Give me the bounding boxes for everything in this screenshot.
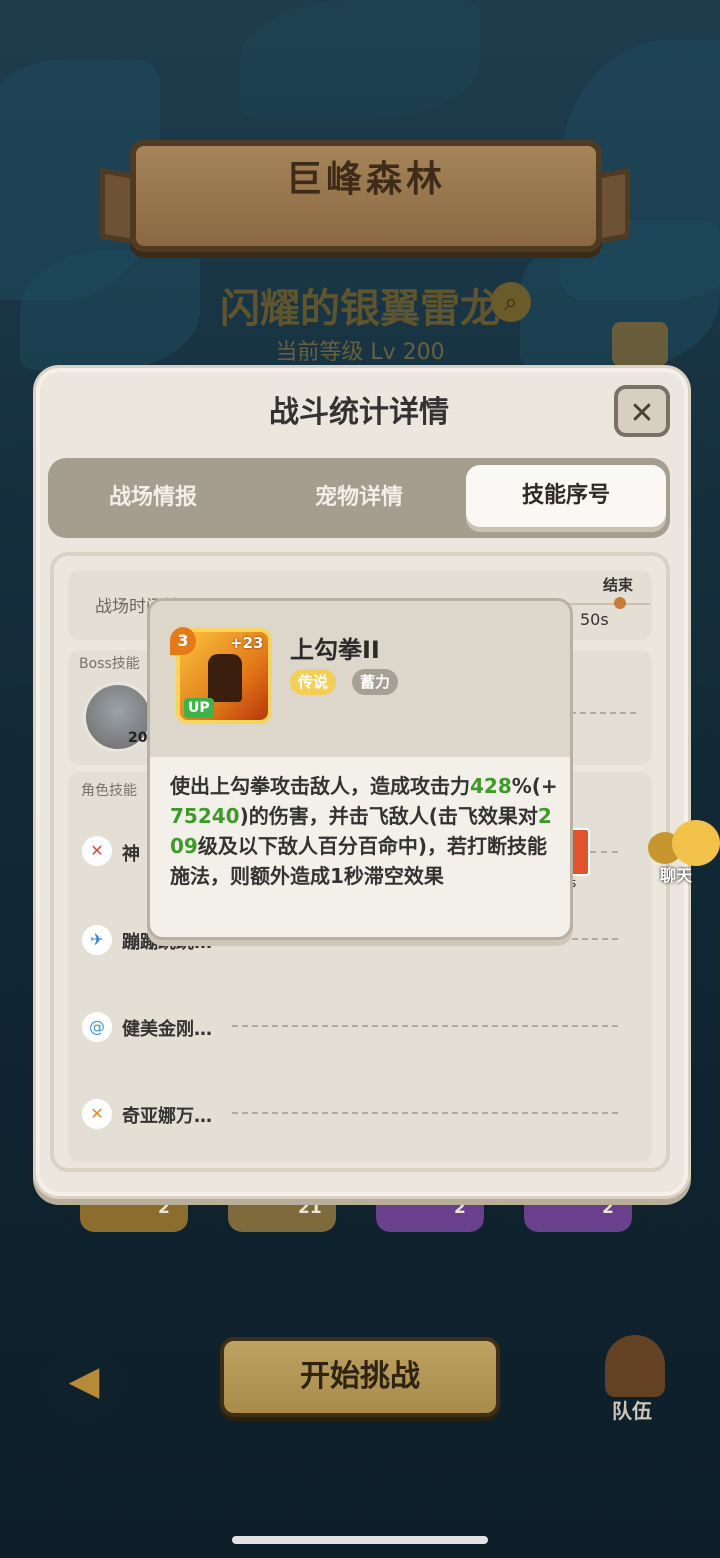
tab-battle-info[interactable]: 战场情报 — [48, 458, 258, 538]
wing-icon: ✈ — [82, 925, 112, 955]
skill-name: 上勾拳II — [290, 636, 380, 664]
rarity-tag: 传说 — [290, 669, 337, 695]
role-skill-label: 角色技能 — [81, 783, 137, 799]
slot-count: 2 — [454, 1198, 466, 1218]
skill-plus: +23 — [230, 634, 264, 652]
end-label: 结束 — [603, 576, 634, 594]
slot-count: 2 — [602, 1198, 614, 1218]
role-skill-name[interactable]: 健美金刚… — [122, 1015, 212, 1041]
start-challenge-button[interactable]: 开始挑战 — [220, 1337, 500, 1417]
skill-level-badge: 3 — [170, 627, 196, 655]
desc-part: %(+ — [511, 774, 558, 798]
boss-name: 闪耀的银翼雷龙 — [220, 286, 500, 332]
back-arrow-icon[interactable]: ◀ — [44, 1341, 124, 1421]
boss-skill-label: Boss技能 — [79, 656, 140, 672]
role-skill-name[interactable]: 神 — [122, 840, 140, 866]
team-label[interactable]: 队伍 — [612, 1395, 652, 1424]
type-tag: 蓄力 — [352, 669, 399, 695]
role-skill-track — [232, 1025, 618, 1027]
chat-label[interactable]: 聊天 — [660, 862, 692, 886]
team-icon[interactable] — [605, 1335, 665, 1397]
skill-tooltip: +23 UP 3 上勾拳II 传说 蓄力 使出上勾拳攻击敌人，造成攻击力428%… — [147, 598, 573, 940]
home-indicator[interactable] — [232, 1536, 488, 1544]
desc-part: 使出上勾拳攻击敌人，造成攻击力 — [170, 774, 470, 798]
slot-count: 2 — [158, 1198, 170, 1218]
slot-count: 21 — [298, 1198, 322, 1218]
role-skill-track — [232, 1112, 618, 1114]
time-marker: 50s — [580, 610, 609, 629]
tab-bar: 战场情报 宠物详情 技能序号 — [48, 458, 670, 538]
skill-description: 使出上勾拳攻击敌人，造成攻击力428%(+ 75240)的伤害，并击飞敌人(击飞效… — [170, 771, 558, 891]
chat-icon[interactable] — [672, 820, 720, 866]
close-button[interactable]: ✕ — [614, 385, 670, 437]
desc-part: 级及以下敌人百分百命中)，若打断技能施法，则额外造成1秒滞空效果 — [170, 834, 547, 888]
tab-pet-details[interactable]: 宠物详情 — [254, 458, 464, 538]
desc-highlight: 75240 — [170, 804, 240, 828]
panel-title: 战斗统计详情 — [269, 395, 449, 430]
sword-crossed-icon: ✕ — [82, 836, 112, 866]
desc-highlight: 428 — [470, 774, 512, 798]
boss-level: 20 — [128, 730, 148, 746]
timeline-end-marker — [614, 597, 626, 609]
tab-skill-order[interactable]: 技能序号 — [466, 465, 666, 527]
search-icon[interactable]: ⌕ — [491, 282, 531, 322]
up-badge: UP — [184, 698, 214, 718]
swirl-icon: @ — [82, 1012, 112, 1042]
reward-chest-icon — [612, 322, 668, 366]
role-skill-track — [590, 851, 618, 853]
role-skill-name[interactable]: 奇亚娜万… — [122, 1102, 212, 1128]
desc-part: )的伤害，并击飞敌人(击飞效果对 — [239, 804, 538, 828]
map-title: 巨峰森林 — [285, 159, 446, 200]
blade-icon: ✕ — [82, 1099, 112, 1129]
current-level: 当前等级 Lv 200 — [275, 340, 445, 365]
fist-icon — [208, 654, 242, 702]
